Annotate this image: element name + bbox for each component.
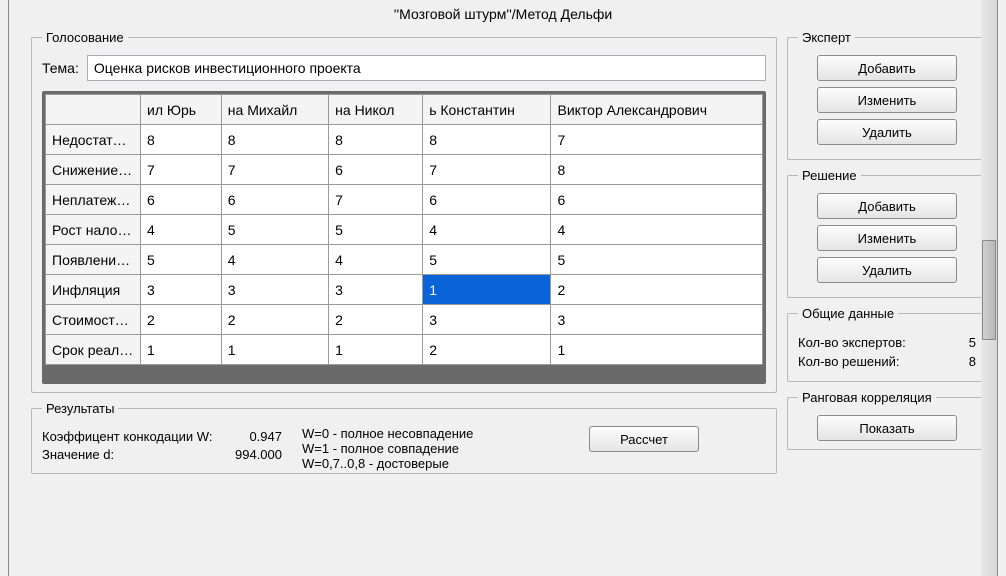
grid-cell[interactable]: 8 xyxy=(329,125,423,155)
grid-cell[interactable]: 6 xyxy=(141,185,222,215)
topic-label: Тема: xyxy=(42,60,79,76)
grid-cell[interactable]: 5 xyxy=(551,245,763,275)
row-header[interactable]: Рост налогов xyxy=(46,215,141,245)
rank-show-button[interactable]: Показать xyxy=(817,415,957,441)
grid-cell[interactable]: 3 xyxy=(141,275,222,305)
grid-cell[interactable]: 7 xyxy=(423,155,551,185)
expert-group: Эксперт Добавить Изменить Удалить xyxy=(787,30,987,160)
general-data-legend: Общие данные xyxy=(798,306,898,321)
grid-cell[interactable]: 2 xyxy=(551,275,763,305)
grid-cell[interactable]: 7 xyxy=(551,125,763,155)
decisions-count-value: 8 xyxy=(969,354,976,369)
grid-cell[interactable]: 8 xyxy=(551,155,763,185)
vertical-scrollbar[interactable] xyxy=(981,0,997,576)
grid-cell[interactable]: 1 xyxy=(329,335,423,365)
column-header[interactable]: на Никол xyxy=(329,95,423,125)
grid-corner-cell xyxy=(46,95,141,125)
grid-cell[interactable]: 1 xyxy=(141,335,222,365)
results-group: Результаты Коэффицент конкодации W: 0.94… xyxy=(31,401,777,474)
grid-cell[interactable]: 6 xyxy=(329,155,423,185)
experts-count-value: 5 xyxy=(969,335,976,350)
grid-cell[interactable]: 6 xyxy=(551,185,763,215)
grid-cell[interactable]: 2 xyxy=(221,305,328,335)
expert-edit-button[interactable]: Изменить xyxy=(817,87,957,113)
grid-cell[interactable]: 8 xyxy=(221,125,328,155)
decision-delete-button[interactable]: Удалить xyxy=(817,257,957,283)
grid-cell[interactable]: 2 xyxy=(329,305,423,335)
grid-cell[interactable]: 8 xyxy=(423,125,551,155)
grid-cell[interactable]: 8 xyxy=(141,125,222,155)
grid-cell[interactable]: 5 xyxy=(221,215,328,245)
grid-cell[interactable]: 7 xyxy=(221,155,328,185)
grid-cell[interactable]: 6 xyxy=(221,185,328,215)
voting-legend: Голосование xyxy=(42,30,128,45)
row-header[interactable]: Неплатежес... xyxy=(46,185,141,215)
row-header[interactable]: Недостаточ... xyxy=(46,125,141,155)
grid-cell[interactable]: 5 xyxy=(423,245,551,275)
row-header[interactable]: Снижение ц... xyxy=(46,155,141,185)
grid-cell[interactable]: 4 xyxy=(551,215,763,245)
topic-input[interactable] xyxy=(87,55,766,81)
w-legend-0: W=0 - полное несовпадение xyxy=(302,426,502,441)
voting-group: Голосование Тема: ил Юрьна Михайлна Нико… xyxy=(31,30,777,393)
column-header[interactable]: Виктор Александрович xyxy=(551,95,763,125)
voting-grid[interactable]: ил Юрьна Михайлна Николь КонстантинВикто… xyxy=(42,91,766,384)
grid-cell[interactable]: 1 xyxy=(221,335,328,365)
column-header[interactable]: ь Константин xyxy=(423,95,551,125)
w-label: Коэффицент конкодации W: xyxy=(42,429,212,444)
expert-legend: Эксперт xyxy=(798,30,855,45)
grid-cell[interactable]: 4 xyxy=(141,215,222,245)
row-header[interactable]: Появление ... xyxy=(46,245,141,275)
row-header[interactable]: Стоимость ... xyxy=(46,305,141,335)
column-header[interactable]: на Михайл xyxy=(221,95,328,125)
column-header[interactable]: ил Юрь xyxy=(141,95,222,125)
grid-cell[interactable]: 3 xyxy=(551,305,763,335)
expert-add-button[interactable]: Добавить xyxy=(817,55,957,81)
grid-cell[interactable]: 4 xyxy=(329,245,423,275)
d-label: Значение d: xyxy=(42,447,114,462)
experts-count-label: Кол-во экспертов: xyxy=(798,335,906,350)
grid-cell[interactable]: 5 xyxy=(329,215,423,245)
decision-edit-button[interactable]: Изменить xyxy=(817,225,957,251)
scrollbar-thumb[interactable] xyxy=(982,240,996,340)
grid-cell[interactable]: 3 xyxy=(329,275,423,305)
w-value: 0.947 xyxy=(249,429,282,444)
decision-legend: Решение xyxy=(798,168,861,183)
rank-correlation-legend: Ранговая корреляция xyxy=(798,390,936,405)
general-data-group: Общие данные Кол-во экспертов: 5 Кол-во … xyxy=(787,306,987,382)
results-legend: Результаты xyxy=(42,401,118,416)
w-legend-1: W=1 - полное совпадение xyxy=(302,441,502,456)
grid-cell[interactable]: 3 xyxy=(423,305,551,335)
grid-cell[interactable]: 1 xyxy=(551,335,763,365)
grid-cell[interactable]: 5 xyxy=(141,245,222,275)
grid-cell[interactable]: 7 xyxy=(141,155,222,185)
window-title: ''Мозговой штурм''/Метод Дельфи xyxy=(9,0,997,26)
grid-cell[interactable]: 4 xyxy=(221,245,328,275)
grid-cell[interactable]: 4 xyxy=(423,215,551,245)
w-legend-2: W=0,7..0,8 - достоверые xyxy=(302,456,502,471)
calculate-button[interactable]: Рассчет xyxy=(589,426,699,452)
grid-cell[interactable]: 2 xyxy=(141,305,222,335)
decision-add-button[interactable]: Добавить xyxy=(817,193,957,219)
grid-cell[interactable]: 3 xyxy=(221,275,328,305)
grid-cell[interactable]: 6 xyxy=(423,185,551,215)
row-header[interactable]: Срок реализ... xyxy=(46,335,141,365)
d-value: 994.000 xyxy=(235,447,282,462)
rank-correlation-group: Ранговая корреляция Показать xyxy=(787,390,987,450)
expert-delete-button[interactable]: Удалить xyxy=(817,119,957,145)
row-header[interactable]: Инфляция xyxy=(46,275,141,305)
grid-cell[interactable]: 1 xyxy=(423,275,551,305)
grid-cell[interactable]: 2 xyxy=(423,335,551,365)
decision-group: Решение Добавить Изменить Удалить xyxy=(787,168,987,298)
decisions-count-label: Кол-во решений: xyxy=(798,354,899,369)
grid-cell[interactable]: 7 xyxy=(329,185,423,215)
